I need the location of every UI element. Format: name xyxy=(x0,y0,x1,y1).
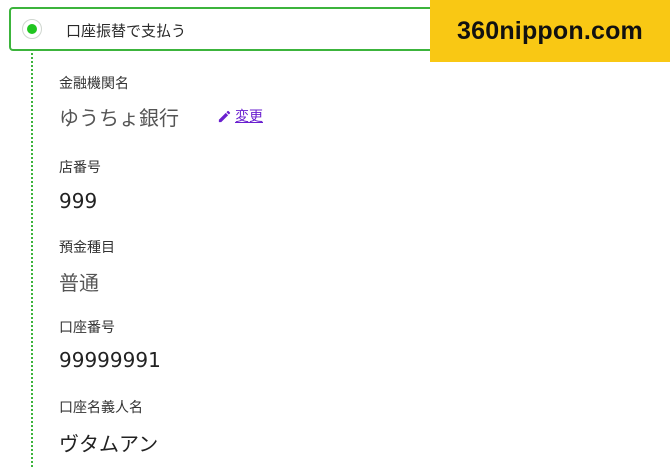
bank-transfer-option-label: 口座振替で支払う xyxy=(66,22,187,40)
change-bank-link[interactable]: 変更 xyxy=(217,106,263,126)
payment-method-page: 口座振替で支払う 360nippon.com 金融機関名 ゆうちょ銀行 変更 店… xyxy=(0,0,670,467)
bank-name-value: ゆうちょ銀行 xyxy=(59,106,179,130)
account-holder-label: 口座名義人名 xyxy=(59,400,143,416)
account-type-value: 普通 xyxy=(59,271,99,295)
details-connector-line xyxy=(31,53,33,467)
watermark-badge: 360nippon.com xyxy=(430,0,670,62)
bank-name-label: 金融機関名 xyxy=(59,76,129,92)
radio-selected-dot xyxy=(27,24,37,34)
account-number-label: 口座番号 xyxy=(59,320,115,336)
account-number-value: 99999991 xyxy=(59,348,161,372)
account-holder-value: ヴタムアン xyxy=(59,432,159,456)
account-type-label: 預金種目 xyxy=(59,240,115,256)
watermark-badge-text: 360nippon.com xyxy=(457,16,643,45)
bank-transfer-radio[interactable] xyxy=(22,19,42,39)
branch-number-value: 999 xyxy=(59,189,98,213)
branch-number-label: 店番号 xyxy=(59,160,101,176)
change-bank-link-label: 変更 xyxy=(235,109,263,125)
pencil-icon xyxy=(218,110,231,122)
